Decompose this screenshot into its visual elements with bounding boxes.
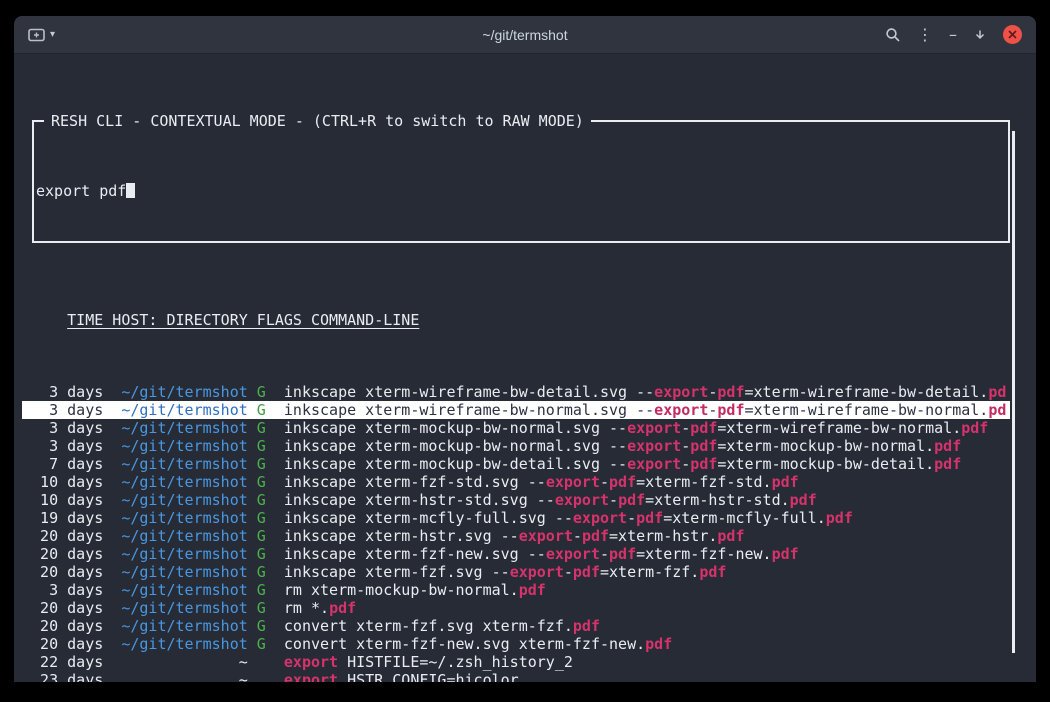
time-cell: 20 days (22, 563, 121, 581)
host-directory-cell: ~/git/termshot (121, 455, 247, 473)
time-cell: 19 days (22, 509, 121, 527)
time-cell: 3 days (22, 419, 121, 437)
host-directory-cell: ~/git/termshot (121, 473, 247, 491)
table-header-text: TIME HOST: DIRECTORY FLAGS COMMAND-LINE (67, 311, 419, 329)
host-directory-cell: ~ (239, 653, 248, 671)
scrollbar[interactable] (1012, 131, 1015, 653)
time-cell: 20 days (22, 635, 121, 653)
time-cell: 20 days (22, 617, 121, 635)
titlebar-right-controls: ⋮ – (885, 25, 1022, 44)
titlebar: ▾ ~/git/termshot ⋮ – (14, 16, 1036, 54)
restore-button[interactable] (973, 28, 987, 42)
flags-cell: G (248, 455, 284, 473)
flags-cell: G (248, 401, 284, 419)
search-button[interactable] (885, 27, 901, 43)
host-directory-cell: ~/git/termshot (121, 599, 247, 617)
titlebar-left-controls: ▾ (28, 28, 55, 42)
terminal-window: ▾ ~/git/termshot ⋮ – R (14, 16, 1036, 682)
host-directory-cell: ~/git/termshot (121, 401, 247, 419)
new-tab-icon (28, 28, 45, 42)
host-directory-cell: ~/git/termshot (121, 419, 247, 437)
close-button[interactable] (1003, 25, 1022, 44)
history-row[interactable]: 22 days ~ export HISTFILE=~/.zsh_history… (22, 653, 1010, 671)
flags-cell: G (248, 599, 284, 617)
flags-cell: G (248, 509, 284, 527)
flags-cell: G (248, 437, 284, 455)
history-row[interactable]: 3 days ~/git/termshot G rm xterm-mockup-… (22, 581, 1010, 599)
host-directory-cell: ~/git/termshot (121, 617, 247, 635)
time-cell: 10 days (22, 491, 121, 509)
flags-cell: G (248, 383, 284, 401)
text-cursor (126, 183, 135, 198)
history-row[interactable]: 20 days ~/git/termshot G convert xterm-f… (22, 635, 1010, 653)
time-cell: 3 days (22, 401, 121, 419)
history-row[interactable]: 20 days ~/git/termshot G inkscape xterm-… (22, 545, 1010, 563)
close-icon (1008, 30, 1017, 39)
host-directory-cell: ~/git/termshot (121, 545, 247, 563)
time-cell: 20 days (22, 545, 121, 563)
time-cell: 3 days (22, 581, 121, 599)
resh-search-box: RESH CLI - CONTEXTUAL MODE - (CTRL+R to … (32, 120, 1010, 243)
table-header-indent (22, 311, 67, 329)
flags-cell: G (248, 473, 284, 491)
flags-cell: G (248, 617, 284, 635)
search-query-text: export pdf (36, 182, 126, 200)
flags-cell: G (248, 581, 284, 599)
host-directory-cell: ~/git/termshot (121, 437, 247, 455)
host-directory-cell: ~ (239, 671, 248, 682)
flags-cell: G (248, 635, 284, 653)
time-cell: 7 days (22, 455, 121, 473)
history-row[interactable]: 20 days ~/git/termshot G convert xterm-f… (22, 617, 1010, 635)
host-directory-cell: ~/git/termshot (121, 491, 247, 509)
history-row[interactable]: 20 days ~/git/termshot G inkscape xterm-… (22, 563, 1010, 581)
flags-cell (248, 671, 284, 682)
history-row[interactable]: 3 days ~/git/termshot G inkscape xterm-w… (22, 401, 1010, 419)
time-cell: 3 days (22, 437, 121, 455)
history-row[interactable]: 3 days ~/git/termshot G inkscape xterm-m… (22, 419, 1010, 437)
time-cell: 20 days (22, 527, 121, 545)
terminal-content: RESH CLI - CONTEXTUAL MODE - (CTRL+R to … (14, 54, 1036, 682)
time-cell: 3 days (22, 383, 121, 401)
history-row[interactable]: 10 days ~/git/termshot G inkscape xterm-… (22, 473, 1010, 491)
host-directory-cell: ~/git/termshot (121, 509, 247, 527)
history-row[interactable]: 3 days ~/git/termshot G inkscape xterm-w… (22, 383, 1010, 401)
history-row[interactable]: 7 days ~/git/termshot G inkscape xterm-m… (22, 455, 1010, 473)
resh-mode-title: RESH CLI - CONTEXTUAL MODE - (CTRL+R to … (44, 112, 591, 130)
time-cell: 23 days (22, 671, 239, 682)
history-row[interactable]: 19 days ~/git/termshot G inkscape xterm-… (22, 509, 1010, 527)
time-cell: 10 days (22, 473, 121, 491)
flags-cell: G (248, 527, 284, 545)
history-row[interactable]: 20 days ~/git/termshot G rm *.pdf (22, 599, 1010, 617)
menu-icon: ⋮ (917, 27, 933, 43)
restore-icon (973, 28, 987, 42)
flags-cell: G (248, 419, 284, 437)
menu-button[interactable]: ⋮ (917, 27, 933, 43)
flags-cell: G (248, 563, 284, 581)
host-directory-cell: ~/git/termshot (121, 635, 247, 653)
search-input[interactable]: export pdf (36, 182, 1006, 200)
flags-cell: G (248, 545, 284, 563)
history-row[interactable]: 20 days ~/git/termshot G inkscape xterm-… (22, 527, 1010, 545)
history-row[interactable]: 23 days ~ export HSTR_CONFIG=hicolor (22, 671, 1010, 682)
host-directory-cell: ~/git/termshot (121, 527, 247, 545)
history-rows: 3 days ~/git/termshot G inkscape xterm-w… (22, 383, 1010, 682)
flags-cell: G (248, 491, 284, 509)
time-cell: 22 days (22, 653, 239, 671)
host-directory-cell: ~/git/termshot (121, 581, 247, 599)
minimize-button[interactable]: – (949, 27, 957, 43)
time-cell: 20 days (22, 599, 121, 617)
history-row[interactable]: 3 days ~/git/termshot G inkscape xterm-m… (22, 437, 1010, 455)
host-directory-cell: ~/git/termshot (121, 383, 247, 401)
dropdown-caret-icon: ▾ (50, 29, 55, 40)
search-icon (885, 27, 901, 43)
history-row[interactable]: 10 days ~/git/termshot G inkscape xterm-… (22, 491, 1010, 509)
new-tab-button[interactable]: ▾ (28, 28, 55, 42)
host-directory-cell: ~/git/termshot (121, 563, 247, 581)
flags-cell (248, 653, 284, 671)
minimize-icon: – (949, 27, 957, 43)
window-title: ~/git/termshot (14, 27, 1036, 43)
table-header: TIME HOST: DIRECTORY FLAGS COMMAND-LINE (22, 311, 1036, 329)
